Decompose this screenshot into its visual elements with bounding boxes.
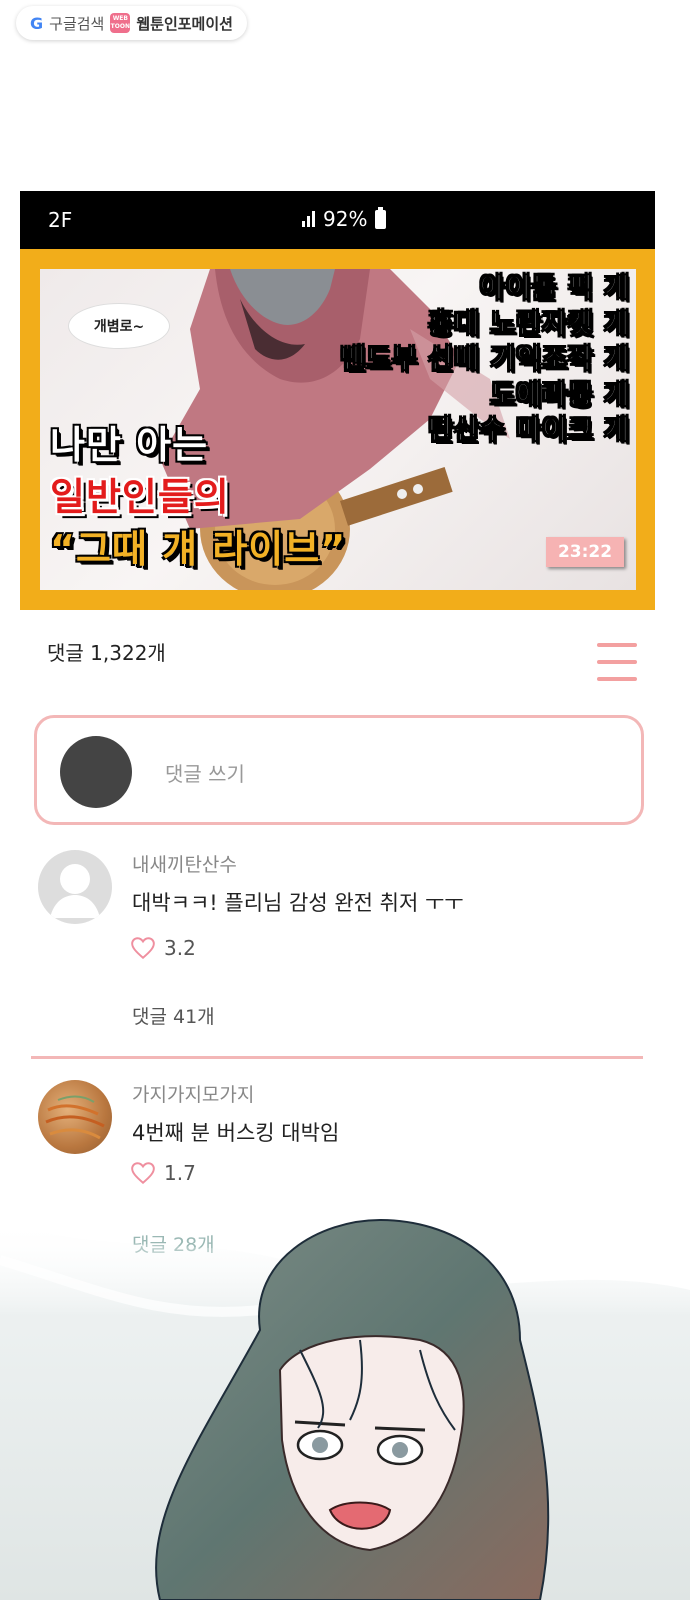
title-line-3: “그때 걔 라이브” <box>50 527 347 571</box>
video-caption-list: 아이돌 픽 걔 홍대 노란자켓 걔 밴드부 선배 기억조작 걔 도에라뭉 걔 탄… <box>340 271 630 449</box>
caption-line: 탄산수 마이크 걔 <box>428 415 630 447</box>
phone-status-bar: 2F 92% <box>20 191 655 249</box>
heart-icon[interactable] <box>130 1160 156 1186</box>
google-logo-icon: G <box>30 13 44 33</box>
tag-bubble: 개볌로~ <box>68 303 170 349</box>
like-control[interactable]: 1.7 <box>130 1160 196 1186</box>
battery-icon <box>375 206 387 229</box>
comment-write-box[interactable]: 댓글 쓰기 <box>34 715 644 825</box>
like-count: 1.7 <box>164 1161 196 1185</box>
webtoon-page: G 구글검색 WEB TOON 웹툰인포메이션 2F 92% 개볌로~ 아이돌 … <box>0 0 690 1600</box>
signal-icon <box>302 211 315 227</box>
comment-username[interactable]: 가지가지모가지 <box>132 1080 254 1107</box>
title-line-2: 일반인들의 <box>50 475 230 519</box>
like-control[interactable]: 3.2 <box>130 935 196 961</box>
search-label: 구글검색 <box>49 14 105 33</box>
caption-line: 홍대 노란자켓 걔 <box>428 308 630 340</box>
comment-username[interactable]: 내새끼탄산수 <box>132 850 237 877</box>
like-count: 3.2 <box>164 936 196 960</box>
title-line-1: 나만 아는 <box>50 423 209 467</box>
comment-count: 댓글 1,322개 <box>47 641 166 665</box>
comment-divider <box>31 1056 643 1059</box>
caption-line: 밴드부 선배 기억조작 걔 <box>340 344 630 376</box>
reply-count-link[interactable]: 댓글 41개 <box>132 1002 215 1029</box>
default-avatar-icon[interactable] <box>38 850 112 924</box>
battery-percent: 92% <box>323 207 368 231</box>
status-right: 92% <box>302 206 387 231</box>
video-title: 나만 아는 일반인들의 “그때 걔 라이브” <box>50 419 346 575</box>
status-time: 2F <box>48 208 73 232</box>
video-thumbnail[interactable]: 개볌로~ 아이돌 픽 걔 홍대 노란자켓 걔 밴드부 선배 기억조작 걔 도에라… <box>20 249 655 610</box>
food-photo-avatar[interactable] <box>38 1080 112 1154</box>
hamburger-menu-icon[interactable] <box>597 643 637 681</box>
heart-icon[interactable] <box>130 935 156 961</box>
thumbnail-art: 개볌로~ 아이돌 픽 걔 홍대 노란자켓 걔 밴드부 선배 기억조작 걔 도에라… <box>40 269 636 590</box>
comment-text: 4번째 분 버스킹 대박임 <box>132 1121 340 1145</box>
source-pill[interactable]: G 구글검색 WEB TOON 웹툰인포메이션 <box>16 6 247 40</box>
site-label: 웹툰인포메이션 <box>136 14 233 33</box>
comment-input-placeholder[interactable]: 댓글 쓰기 <box>165 758 245 787</box>
caption-line: 도에라뭉 걔 <box>490 379 630 411</box>
user-avatar <box>60 736 132 808</box>
video-duration-badge: 23:22 <box>546 537 624 567</box>
comment-text: 대박ㅋㅋ! 플리님 감성 완전 취저 ㅜㅜ <box>132 891 464 915</box>
manga-character-illustration <box>0 1218 690 1600</box>
webtoon-logo-icon: WEB TOON <box>110 13 131 33</box>
caption-line: 아이돌 픽 걔 <box>480 273 630 305</box>
